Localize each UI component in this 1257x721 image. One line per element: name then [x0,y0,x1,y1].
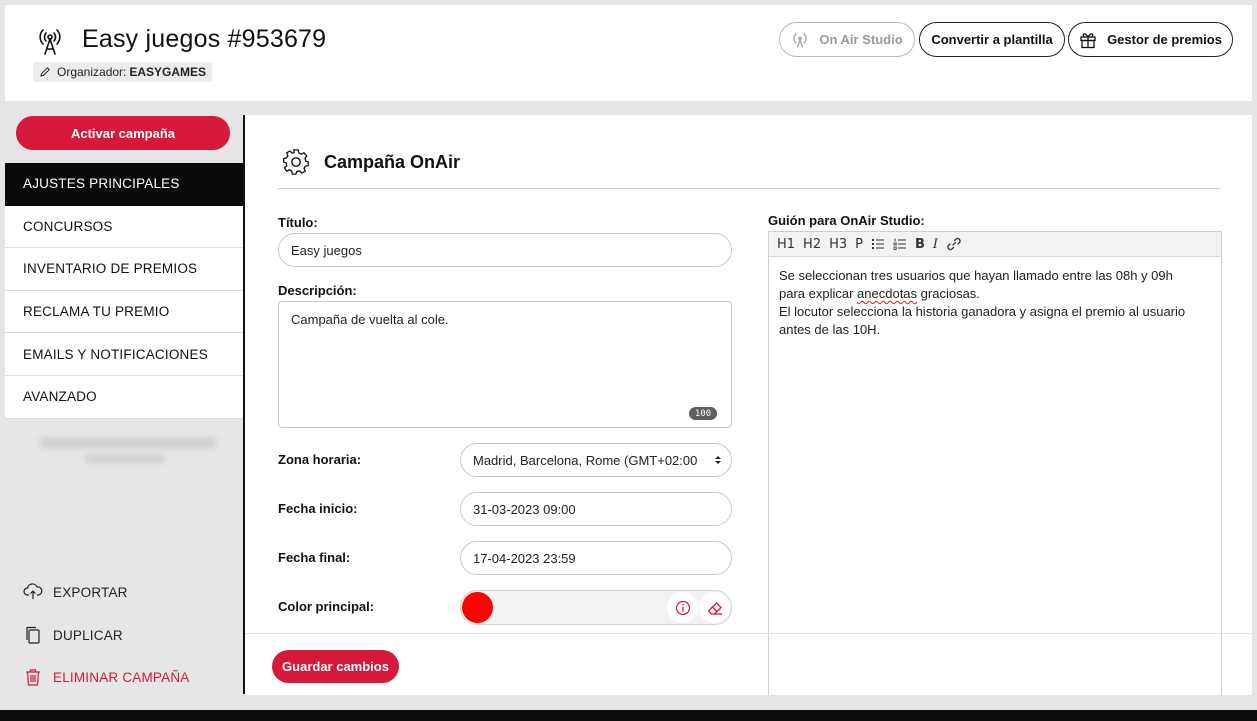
export-label: EXPORTAR [53,584,128,600]
description-text: Campaña de vuelta al cole. [291,312,449,327]
end-date-input[interactable]: 17-04-2023 23:59 [460,541,732,575]
prize-manager-button[interactable]: Gestor de premios [1068,22,1233,57]
broadcast-antenna-icon [793,32,807,48]
editor-content[interactable]: Se seleccionan tres usuarios que hayan l… [769,257,1221,349]
bottom-bar [0,710,1257,721]
toolbar-h3-button[interactable]: H3 [825,232,851,257]
cloud-upload-icon [23,583,43,599]
eraser-icon [707,601,722,615]
convert-template-label: Convertir a plantilla [931,32,1053,47]
sidebar-item-contests[interactable]: CONCURSOS [5,205,243,249]
main-color-picker[interactable] [460,590,732,625]
sidebar-item-main-settings[interactable]: AJUSTES PRINCIPALES [5,163,243,206]
onair-studio-button[interactable]: On Air Studio [779,22,915,57]
title-label: Título: [278,215,318,230]
toolbar-italic-button[interactable]: I [929,232,942,257]
sidebar: Activar campaña AJUSTES PRINCIPALES CONC… [5,115,245,695]
info-icon [675,600,690,615]
organizer-label: Organizador: [57,65,127,79]
duplicate-label: DUPLICAR [53,627,123,643]
start-date-label: Fecha inicio: [278,501,358,516]
script-editor[interactable]: H1 H2 H3 P B I Se seleccionan tres usuar… [768,231,1222,695]
color-swatch[interactable] [462,592,493,623]
copy-icon [26,626,40,644]
end-date-label: Fecha final: [278,550,351,565]
script-line: para explicar anecdotas graciosas. [779,286,980,301]
gift-icon [1080,32,1096,48]
onair-studio-label: On Air Studio [819,32,903,47]
page-header: Easy juegos #953679 Organizador: EASYGAM… [5,5,1252,101]
section-divider [278,188,1220,189]
page-title: Easy juegos #953679 [82,25,327,53]
script-line: antes de las 10H. [779,322,881,337]
timezone-label: Zona horaria: [278,452,362,467]
eraser-button[interactable] [699,592,730,623]
toolbar-h1-button[interactable]: H1 [773,232,799,257]
gear-icon [283,149,309,175]
editor-toolbar: H1 H2 H3 P B I [769,232,1221,257]
organizer-value: EASYGAMES [129,65,207,79]
start-date-input[interactable]: 31-03-2023 09:00 [460,492,732,526]
select-arrows-icon [715,456,721,464]
sidebar-item-prize-inventory[interactable]: INVENTARIO DE PREMIOS [5,248,243,291]
main-color-label: Color principal: [278,599,375,614]
character-counter-badge: 100 [689,407,717,420]
link-icon[interactable] [942,232,966,257]
main-panel: Campaña OnAir Título: Easy juegos Descri… [245,115,1252,695]
sidebar-item-claim-prize[interactable]: RECLAMA TU PREMIO [5,290,243,334]
save-changes-button[interactable]: Guardar cambios [272,650,399,683]
description-textarea[interactable]: Campaña de vuelta al cole. 100 [278,301,732,428]
prize-manager-label: Gestor de premios [1107,32,1222,47]
script-line: El locutor selecciona la historia ganado… [779,304,1186,319]
export-action[interactable]: EXPORTAR [23,583,128,601]
organizer-badge: Organizador: EASYGAMES [33,62,213,82]
sidebar-menu: AJUSTES PRINCIPALES CONCURSOS INVENTARIO… [5,163,243,419]
section-header: Campaña OnAir [282,148,460,176]
script-label: Guión para OnAir Studio: [768,213,925,228]
info-button[interactable] [667,592,698,623]
sidebar-item-emails-notifications[interactable]: EMAILS Y NOTIFICACIONES [5,333,243,376]
footer-divider [245,633,1252,634]
numbered-list-icon[interactable] [889,232,911,257]
description-label: Descripción: [278,283,357,298]
toolbar-bold-button[interactable]: B [911,232,929,257]
toolbar-h2-button[interactable]: H2 [799,232,825,257]
app-window: Easy juegos #953679 Organizador: EASYGAM… [5,5,1252,709]
duplicate-action[interactable]: DUPLICAR [23,625,123,645]
sidebar-item-advanced[interactable]: AVANZADO [5,375,243,419]
title-input[interactable]: Easy juegos [278,233,732,267]
bullet-list-icon[interactable] [867,232,889,257]
activate-campaign-button[interactable]: Activar campaña [16,116,230,150]
blurred-placeholder [85,455,165,463]
timezone-select[interactable]: Madrid, Barcelona, Rome (GMT+02:00 [460,443,732,477]
pencil-icon [40,67,50,77]
script-line: Se seleccionan tres usuarios que hayan l… [779,268,1173,283]
timezone-value: Madrid, Barcelona, Rome (GMT+02:00 [473,452,698,468]
section-title: Campaña OnAir [324,151,461,172]
misspelled-word: anecdotas [857,286,918,301]
trash-icon [26,669,40,686]
broadcast-antenna-icon [39,29,61,55]
convert-template-button[interactable]: Convertir a plantilla [919,22,1065,57]
toolbar-paragraph-button[interactable]: P [851,232,867,257]
delete-campaign-action[interactable]: ELIMINAR CAMPAÑA [23,667,189,687]
blurred-placeholder [39,438,217,448]
delete-campaign-label: ELIMINAR CAMPAÑA [53,669,190,685]
